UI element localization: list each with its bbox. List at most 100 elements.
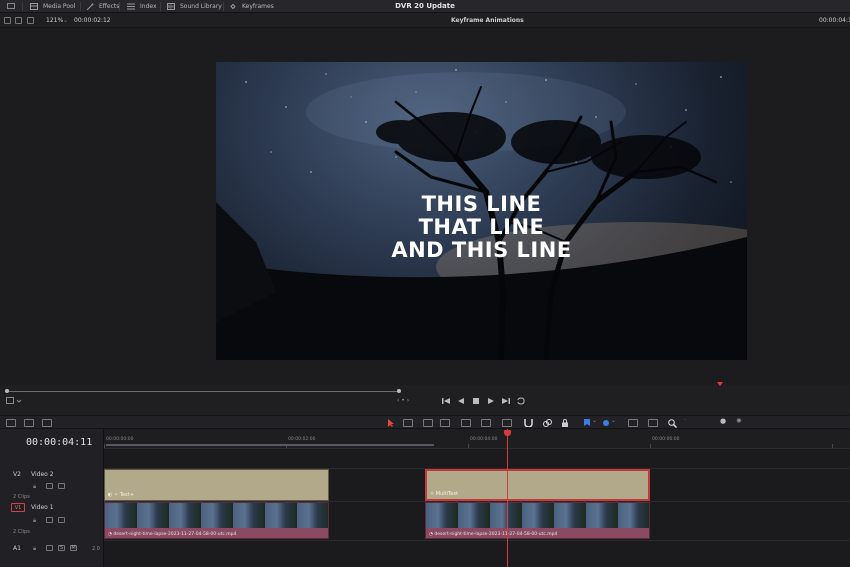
effects-button[interactable]: Effects (86, 0, 119, 13)
overwrite-clip-icon[interactable] (461, 419, 471, 427)
layout-single-icon[interactable] (4, 17, 11, 24)
timeline-scrollbar[interactable] (106, 444, 434, 446)
lock-icon[interactable] (561, 419, 569, 427)
track-auto-select-icon-v2[interactable] (46, 483, 53, 489)
track-lock-icon-a1[interactable]: 🔒︎ (33, 545, 40, 552)
track-level-a1: 2.0 (92, 546, 100, 552)
viewer-header: 121% ⌄ 00:00:02:12 Keyframe Animations ⌄… (0, 13, 850, 28)
video-clip-desert-night-1[interactable]: ◔ desert-night-time-lapse-2023-11-27-04-… (104, 502, 329, 539)
viewer-scrub-bar: ‹ • › (0, 385, 850, 415)
title-clip-multitext[interactable]: ✧ MultiText (425, 469, 650, 501)
replace-clip-icon[interactable] (481, 419, 491, 427)
zoom-chevron-icon[interactable]: ⌄ (63, 13, 68, 28)
timeline-playhead-handle[interactable] (504, 430, 511, 436)
timeline-view-icon[interactable] (6, 419, 16, 427)
keyframes-button[interactable]: Keyframes (229, 0, 274, 13)
title-overlay: THIS LINE THAT LINE AND THIS LINE (216, 193, 747, 262)
go-to-start-icon[interactable] (442, 397, 450, 405)
insert-clip-icon[interactable] (440, 419, 450, 427)
transport-controls (442, 396, 525, 406)
track-visibility-icon-v1[interactable] (58, 517, 65, 523)
track-clips-count-v2: 2 Clips (13, 494, 30, 500)
track-id-v1[interactable]: V1 (11, 503, 25, 512)
flag-icon[interactable] (583, 419, 591, 427)
settings-sun-icon[interactable]: ✹ (736, 417, 742, 425)
source-timecode: 00:00:02:12 (74, 17, 111, 24)
loop-icon[interactable] (517, 397, 525, 405)
microphone-icon[interactable] (42, 419, 52, 427)
jog-control-icon[interactable]: ‹ • › (397, 397, 409, 404)
zoom-detail-icon[interactable] (648, 419, 658, 427)
overlay-line-3: AND THIS LINE (391, 238, 572, 262)
ruler-label: 00:00:04:00 (470, 437, 498, 442)
panel-toggle-icon[interactable] (7, 0, 15, 13)
marker-icon[interactable] (602, 419, 610, 427)
track-name-v2: Video 2 (31, 471, 54, 478)
effects-label: Effects (99, 3, 120, 10)
keyframes-diamond-icon (230, 3, 236, 10)
ruler-label: 00:00:00:00 (106, 437, 134, 442)
zoom-full-icon[interactable] (628, 419, 638, 427)
clip-label: ◔ desert-night-time-lapse-2023-11-27-04-… (429, 532, 558, 537)
media-pool-icon (30, 3, 38, 10)
play-reverse-icon[interactable] (457, 397, 465, 405)
audio-view-icon[interactable] (24, 419, 34, 427)
play-icon[interactable] (487, 397, 495, 405)
overlay-line-1: THIS LINE (421, 192, 542, 216)
stop-icon[interactable] (472, 397, 480, 405)
track-solo-button-a1[interactable]: S (58, 545, 65, 551)
zoom-level[interactable]: 121% (46, 13, 63, 28)
track-id-v2: V2 (13, 471, 21, 478)
scrub-start-handle[interactable] (5, 389, 9, 393)
track-headers: 00:00:04:11 V2 Video 2 🔒︎ 2 Clips V1 Vid… (0, 429, 104, 567)
crop-tool-icon[interactable] (6, 397, 22, 405)
track-visibility-icon-v2[interactable] (58, 483, 65, 489)
layout-clip-icon[interactable] (27, 17, 34, 24)
scrub-end-handle[interactable] (397, 389, 401, 393)
marker-chevron-icon[interactable]: ⌄ (611, 417, 616, 424)
selection-pointer-icon[interactable] (387, 419, 395, 427)
track-auto-select-icon-a1[interactable] (46, 545, 53, 551)
linked-selection-icon[interactable] (543, 419, 552, 427)
viewer: THIS LINE THAT LINE AND THIS LINE (0, 28, 850, 385)
record-timecode: 00:00:04:11 (819, 17, 850, 24)
media-pool-button[interactable]: Media Pool (30, 0, 75, 13)
track-mute-button-a1[interactable]: M (70, 545, 77, 551)
video-clip-desert-night-2[interactable]: ◔ desert-night-time-lapse-2023-11-27-04-… (425, 502, 650, 539)
blade-tool-icon[interactable] (423, 419, 433, 427)
track-lock-icon-v2[interactable]: 🔒︎ (33, 483, 40, 490)
timeline-playhead[interactable] (507, 429, 508, 567)
trim-tool-icon[interactable] (403, 419, 413, 427)
place-on-top-icon[interactable] (502, 419, 512, 427)
track-name-v1: Video 1 (31, 504, 54, 511)
layout-dual-icon[interactable] (15, 17, 22, 24)
video-frame[interactable]: THIS LINE THAT LINE AND THIS LINE (216, 62, 747, 360)
viewer-playhead-marker[interactable] (717, 382, 723, 386)
timeline-ruler[interactable]: 00:00:00:00 00:00:02:00 00:00:04:00 00:0… (104, 429, 850, 449)
zoom-slider-handle[interactable]: · (684, 417, 686, 424)
index-list-icon (127, 3, 135, 10)
go-to-end-icon[interactable] (502, 397, 510, 405)
snapping-magnet-icon[interactable] (524, 419, 533, 427)
clip-thumbnails (105, 503, 328, 528)
effects-wand-icon (86, 3, 94, 10)
clip-label: ✧ MultiText (430, 491, 459, 497)
track-id-a1: A1 (13, 545, 21, 552)
timeline: 00:00:04:11 V2 Video 2 🔒︎ 2 Clips V1 Vid… (0, 429, 850, 567)
audio-meter-dot[interactable]: ● (720, 417, 726, 425)
title-clip-text-plus[interactable]: ◐ ✧ Text+ (104, 469, 329, 501)
media-pool-label: Media Pool (43, 3, 76, 10)
zoom-magnifier-icon[interactable] (668, 419, 677, 428)
ruler-label: 00:00:02:00 (288, 437, 316, 442)
flag-chevron-icon[interactable]: ⌄ (592, 417, 597, 424)
index-button[interactable]: Index (127, 0, 157, 13)
edit-toolbar: ⌄ ⌄ · ● ✹ (0, 415, 850, 429)
timeline-chevron-icon[interactable]: ⌄ (515, 13, 520, 28)
track-lock-icon-v1[interactable]: 🔒︎ (33, 517, 40, 524)
track-auto-select-icon-v1[interactable] (46, 517, 53, 523)
timeline-name[interactable]: Keyframe Animations (451, 13, 524, 28)
scrub-track[interactable] (6, 391, 400, 392)
clip-thumbnails (426, 503, 649, 528)
sound-library-button[interactable]: Sound Library (167, 0, 222, 13)
top-toolbar: Media Pool Effects Index Sound Library K… (0, 0, 850, 13)
